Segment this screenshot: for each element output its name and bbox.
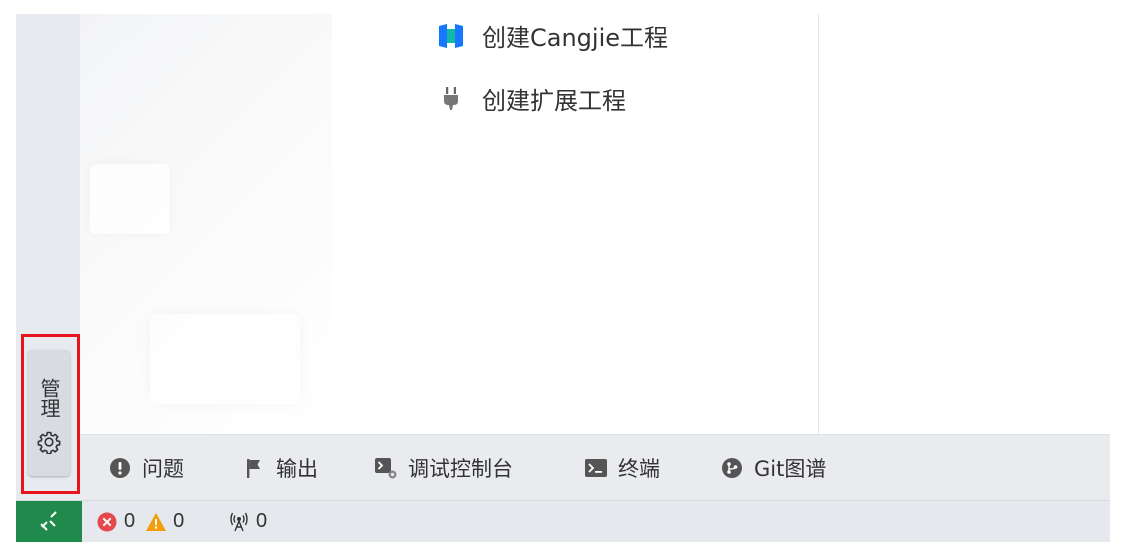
tab-debug-console-label: 调试控制台 xyxy=(408,457,513,481)
errors-indicator[interactable]: 0 0 xyxy=(96,510,184,533)
tab-debug-console[interactable]: 调试控制台 xyxy=(374,453,513,483)
git-graph-icon xyxy=(720,456,744,480)
cangjie-project-icon xyxy=(436,21,466,51)
error-icon xyxy=(96,511,118,533)
tab-terminal[interactable]: 终端 xyxy=(584,453,660,483)
status-bar: 0 0 0 xyxy=(16,500,1110,542)
create-extension-project-label: 创建扩展工程 xyxy=(482,87,626,115)
create-cangjie-project-link[interactable]: 创建Cangjie工程 xyxy=(436,18,668,53)
app-window: 管理 创建Cangjie工程 创建扩展工程 问题 输出 调试控制台 终端 Git… xyxy=(16,14,1110,542)
remote-button[interactable] xyxy=(16,501,82,542)
tab-output-label: 输出 xyxy=(276,457,318,481)
tab-output[interactable]: 输出 xyxy=(242,453,318,483)
remote-icon xyxy=(40,511,57,531)
debug-console-icon xyxy=(374,456,398,480)
broadcast-icon xyxy=(228,511,250,533)
errors-count: 0 xyxy=(124,510,136,532)
warnings-count: 0 xyxy=(173,510,185,532)
create-cangjie-project-label: 创建Cangjie工程 xyxy=(482,24,669,52)
background-decoration xyxy=(150,314,300,404)
tab-terminal-label: 终端 xyxy=(618,457,660,481)
background-decoration xyxy=(90,164,170,234)
create-extension-project-link[interactable]: 创建扩展工程 xyxy=(436,81,626,116)
flag-icon xyxy=(242,456,266,480)
problems-icon xyxy=(108,456,132,480)
welcome-background xyxy=(80,14,332,434)
plug-icon xyxy=(436,84,466,114)
highlight-box xyxy=(21,334,80,494)
panel-tab-bar: 问题 输出 调试控制台 终端 Git图谱 xyxy=(80,434,1110,501)
welcome-editor: 创建Cangjie工程 创建扩展工程 xyxy=(332,14,818,434)
editor-divider xyxy=(818,14,819,434)
warning-icon xyxy=(145,511,167,533)
ports-count: 0 xyxy=(256,510,268,532)
tab-problems[interactable]: 问题 xyxy=(108,453,184,483)
tab-problems-label: 问题 xyxy=(142,457,184,481)
tab-git-graph[interactable]: Git图谱 xyxy=(720,453,826,483)
ports-indicator[interactable]: 0 xyxy=(228,510,267,533)
tab-git-graph-label: Git图谱 xyxy=(754,457,827,481)
terminal-icon xyxy=(584,456,608,480)
